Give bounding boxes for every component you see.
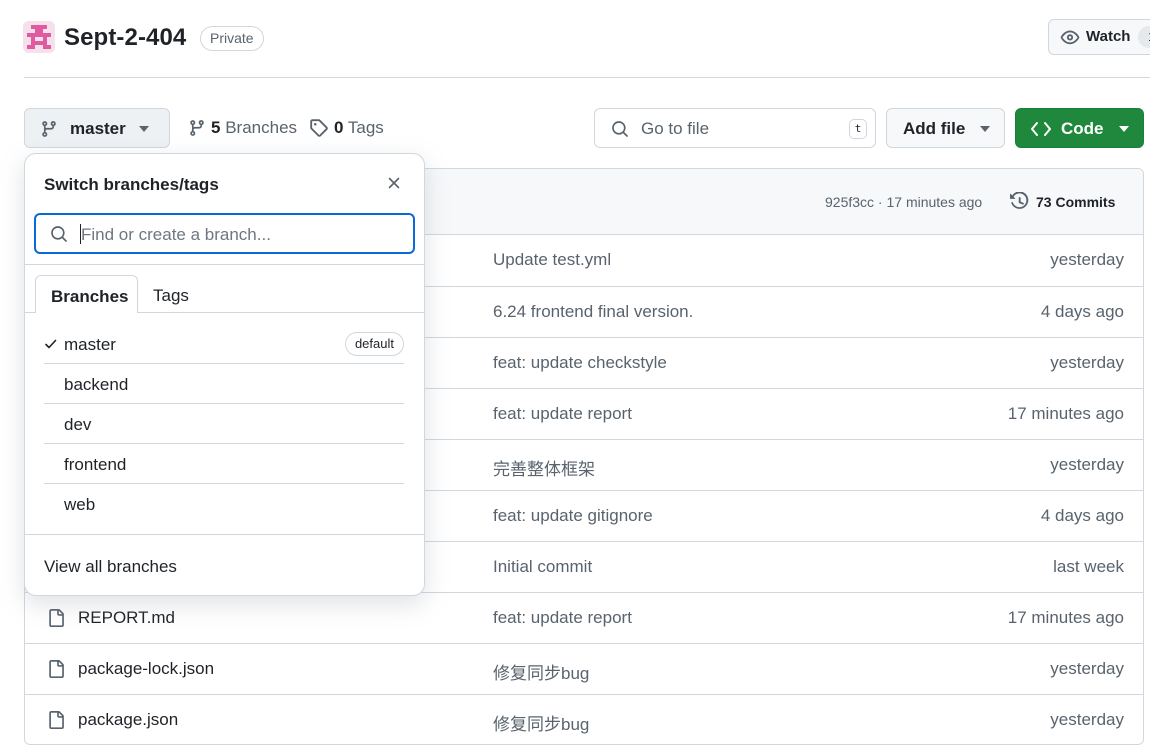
watch-button[interactable]: Watch 1: [1048, 19, 1150, 55]
divider: [25, 534, 424, 535]
branch-item-web[interactable]: web: [44, 484, 404, 524]
triangle-down-icon: [139, 126, 149, 132]
commit-time: 17 minutes ago: [1007, 404, 1124, 423]
branch-search-placeholder: Find or create a branch...: [81, 225, 271, 244]
branch-name: master: [64, 335, 116, 354]
file-icon: [49, 660, 64, 678]
dropdown-title: Switch branches/tags: [44, 175, 219, 194]
commit-message[interactable]: Initial commit: [493, 557, 592, 577]
branch-item-dev[interactable]: dev: [44, 404, 404, 444]
watch-count: 1: [1138, 26, 1150, 48]
commit-time: last week: [1053, 557, 1124, 576]
commit-time: yesterday: [1050, 353, 1124, 372]
commit-time: 17 minutes ago: [1007, 608, 1124, 627]
go-to-file-placeholder: Go to file: [641, 119, 710, 138]
commit-message[interactable]: 完善整体框架: [493, 455, 595, 480]
add-file-button[interactable]: Add file: [886, 108, 1005, 148]
search-icon: [612, 121, 628, 137]
commits-count: 73 Commits: [1036, 194, 1116, 210]
divider: [25, 264, 424, 265]
repo-name[interactable]: Sept-2-404: [64, 24, 186, 52]
history-icon: [1010, 192, 1029, 209]
tags-label: Tags: [347, 118, 384, 137]
branch-item-frontend[interactable]: frontend: [44, 444, 404, 484]
branch-name: backend: [64, 375, 129, 394]
branches-link[interactable]: 5 Branches: [188, 118, 297, 138]
watch-label: Watch: [1086, 28, 1131, 45]
add-file-label: Add file: [903, 119, 966, 138]
branch-search-input[interactable]: Find or create a branch...: [34, 213, 415, 254]
branch-name: frontend: [64, 455, 127, 474]
branch-item-master[interactable]: master default: [44, 324, 404, 364]
commit-message[interactable]: Update test.yml: [493, 250, 611, 270]
commit-time: yesterday: [1050, 659, 1124, 678]
repo-avatar[interactable]: [23, 21, 55, 53]
table-row[interactable]: package.json 修复同步bug yesterday: [25, 694, 1143, 744]
header-divider: [24, 77, 1150, 78]
branches-label: Branches: [225, 118, 298, 137]
commit-time: 4 days ago: [1040, 506, 1124, 525]
commit-message[interactable]: feat: update report: [493, 404, 632, 424]
branches-count: 5: [211, 118, 221, 137]
git-branch-icon: [42, 121, 56, 137]
file-name[interactable]: package-lock.json: [78, 659, 214, 679]
repo-header: Sept-2-404 Private Watch 1: [0, 0, 1150, 78]
default-badge: default: [344, 332, 404, 356]
code-button[interactable]: Code: [1015, 108, 1144, 148]
current-branch-label: master: [70, 119, 126, 138]
table-row[interactable]: REPORT.md feat: update report 17 minutes…: [25, 592, 1143, 643]
triangle-down-icon: [1119, 126, 1129, 132]
branch-selector-button[interactable]: master: [24, 108, 170, 148]
commit-message[interactable]: feat: update report: [493, 608, 632, 628]
commit-time: yesterday: [1050, 710, 1124, 729]
close-icon[interactable]: [386, 175, 402, 191]
latest-commit-meta[interactable]: 925f3cc · 17 minutes ago: [825, 194, 982, 210]
eye-icon: [1060, 30, 1080, 45]
tab-branches[interactable]: Branches: [35, 275, 138, 313]
table-row[interactable]: package-lock.json 修复同步bug yesterday: [25, 643, 1143, 694]
branch-switcher-dropdown: Switch branches/tags Find or create a br…: [24, 153, 425, 596]
commit-message[interactable]: feat: update gitignore: [493, 506, 653, 526]
visibility-badge: Private: [200, 26, 264, 51]
view-all-branches-link[interactable]: View all branches: [44, 557, 177, 577]
tags-count: 0: [334, 118, 344, 137]
go-to-file-input[interactable]: Go to file t: [594, 108, 876, 148]
commit-time: 4 days ago: [1040, 302, 1124, 321]
commit-message[interactable]: 修复同步bug: [493, 710, 589, 735]
commit-message[interactable]: 修复同步bug: [493, 659, 589, 684]
branch-name: dev: [64, 415, 92, 434]
file-name[interactable]: package.json: [78, 710, 178, 730]
branch-item-backend[interactable]: backend: [44, 364, 404, 404]
git-branch-icon: [190, 120, 204, 136]
commit-time: yesterday: [1050, 250, 1124, 269]
code-icon: [1031, 122, 1051, 136]
file-icon: [49, 711, 64, 729]
tag-icon: [310, 119, 328, 137]
commit-time: yesterday: [1050, 455, 1124, 474]
commit-message[interactable]: feat: update checkstyle: [493, 353, 667, 373]
file-name[interactable]: REPORT.md: [78, 608, 175, 628]
tab-branches-label: Branches: [51, 287, 129, 306]
triangle-down-icon: [980, 126, 990, 132]
tab-tags[interactable]: Tags: [153, 286, 189, 306]
search-icon: [51, 226, 67, 242]
check-icon: [45, 339, 57, 349]
tags-link[interactable]: 0 Tags: [309, 118, 384, 138]
code-label: Code: [1061, 119, 1104, 138]
shortcut-key: t: [849, 119, 867, 139]
file-icon: [49, 609, 64, 627]
branch-name: web: [64, 495, 96, 514]
commit-message[interactable]: 6.24 frontend final version.: [493, 302, 693, 322]
